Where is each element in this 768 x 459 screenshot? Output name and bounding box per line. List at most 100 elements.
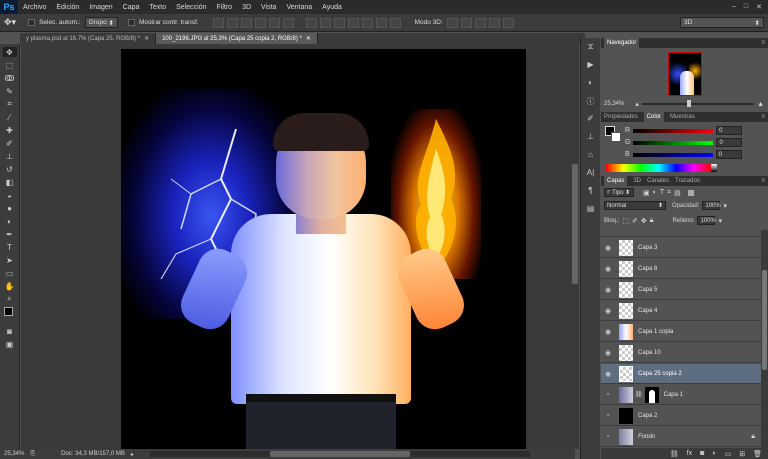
crop-tool[interactable]: ⌗: [3, 99, 17, 109]
visibility-box-icon[interactable]: ▫: [601, 412, 615, 419]
brush-tool[interactable]: ✐: [3, 138, 17, 148]
spectrum-bw[interactable]: [711, 164, 717, 172]
background-color[interactable]: [611, 132, 621, 142]
zoom-tool[interactable]: ⌕: [3, 294, 17, 304]
rotate3d-icon[interactable]: [446, 17, 458, 28]
screen-mode-icon[interactable]: ▣: [3, 339, 17, 349]
tab-close-icon[interactable]: ✕: [144, 35, 149, 42]
auto-select-dropdown[interactable]: Grupo ⬍: [84, 17, 118, 28]
fill-arrow-icon[interactable]: ▾: [718, 217, 722, 225]
filter-pixel-icon[interactable]: ▣: [643, 189, 650, 197]
show-transform-checkbox[interactable]: [127, 19, 135, 26]
healing-brush-tool[interactable]: ✚: [3, 125, 17, 135]
tab-plasma-psd[interactable]: y plasma.psd al 16,7% (Capa 25, RGB/8) *…: [20, 33, 157, 44]
tab-3d[interactable]: 3D: [633, 178, 641, 184]
distribute-left-icon[interactable]: [347, 17, 359, 28]
lock-all-icon[interactable]: 🔒︎: [650, 217, 654, 225]
lock-pixels-icon[interactable]: ✐: [632, 217, 638, 225]
layer-name[interactable]: Capa 25 copia 2: [638, 371, 682, 377]
filter-type-icon[interactable]: T: [660, 189, 664, 196]
paint-bucket-tool[interactable]: ◒: [3, 190, 17, 200]
zoom-slider-knob[interactable]: [686, 100, 691, 107]
close-icon[interactable]: ✕: [756, 3, 762, 11]
visibility-eye-icon[interactable]: ◉: [601, 328, 615, 336]
tool-presets-icon[interactable]: ⌂: [585, 150, 597, 160]
clone-source-icon[interactable]: ⊥: [585, 132, 597, 142]
minimize-icon[interactable]: –: [732, 3, 736, 11]
layer-name[interactable]: Capa 3: [638, 245, 657, 251]
pen-tool[interactable]: ✒: [3, 229, 17, 239]
r-slider[interactable]: [633, 128, 714, 133]
tab-100-2196-jpg[interactable]: 100_2196.JPG al 25,3% (Capa 25 copia 2, …: [156, 33, 318, 44]
navigator-zoom[interactable]: 25,34%: [604, 101, 624, 107]
layer-name[interactable]: Capa 2: [638, 413, 657, 419]
filter-smart-icon[interactable]: ▤: [674, 189, 681, 197]
panel-menu-icon[interactable]: ≡: [761, 40, 768, 46]
layer-filter-dropdown[interactable]: ⌕ Tipo ⬍: [604, 188, 634, 197]
quick-select-tool[interactable]: ✎: [3, 86, 17, 96]
layer-row-selected[interactable]: ◉ Capa 25 copia 2: [601, 364, 761, 384]
b-slider[interactable]: [632, 152, 713, 157]
document-canvas[interactable]: [121, 49, 526, 449]
blur-tool[interactable]: ●: [3, 203, 17, 213]
align-vcenter-icon[interactable]: [226, 17, 238, 28]
hand-tool[interactable]: ✋: [3, 281, 17, 291]
marquee-tool[interactable]: ⬚: [3, 60, 17, 70]
drag3d-icon[interactable]: [474, 17, 486, 28]
visibility-eye-icon[interactable]: ◉: [601, 265, 615, 273]
align-hcenter-icon[interactable]: [268, 17, 280, 28]
layer-row[interactable]: ◉ Capa 6: [601, 259, 761, 279]
menu-edicion[interactable]: Edición: [51, 4, 84, 11]
align-right-icon[interactable]: [282, 17, 294, 28]
layer-row[interactable]: ▫ Capa 2: [601, 406, 761, 426]
visibility-eye-icon[interactable]: ◉: [601, 307, 615, 315]
g-slider[interactable]: [633, 140, 714, 145]
scroll-thumb[interactable]: [572, 164, 578, 284]
fg-bg-swatch[interactable]: [605, 126, 623, 144]
lock-position-icon[interactable]: ✥: [641, 217, 647, 225]
menu-ventana[interactable]: Ventana: [281, 4, 317, 11]
distribute-bottom-icon[interactable]: [333, 17, 345, 28]
menu-ayuda[interactable]: Ayuda: [317, 4, 347, 11]
navigator-preview[interactable]: [668, 52, 702, 96]
align-bottom-icon[interactable]: [240, 17, 252, 28]
lock-transparent-icon[interactable]: ⬚: [622, 217, 629, 225]
layer-name[interactable]: Capa 5: [638, 287, 657, 293]
menu-imagen[interactable]: Imagen: [84, 4, 117, 11]
history-brush-tool[interactable]: ↺: [3, 164, 17, 174]
filter-toggle[interactable]: [687, 189, 694, 196]
timeline-icon[interactable]: ▤: [585, 204, 597, 214]
dodge-tool[interactable]: ◐: [3, 216, 17, 226]
auto-align-icon[interactable]: [389, 17, 401, 28]
new-group-icon[interactable]: ▭: [725, 450, 732, 458]
zoom-slider[interactable]: [641, 100, 755, 107]
opacity-input[interactable]: 100%: [702, 201, 721, 210]
menu-texto[interactable]: Texto: [144, 4, 171, 11]
zoom-out-icon[interactable]: ▴: [635, 100, 639, 108]
maximize-icon[interactable]: □: [744, 3, 748, 11]
layers-scroll-thumb[interactable]: [762, 270, 767, 370]
layer-row[interactable]: ◉ Capa 5: [601, 280, 761, 300]
layer-top-partial[interactable]: [601, 230, 761, 237]
type-tool[interactable]: T: [3, 242, 17, 252]
filter-shape-icon[interactable]: ⌗: [667, 189, 671, 197]
adjustment-layer-icon[interactable]: ◐: [712, 450, 716, 457]
eraser-tool[interactable]: ◧: [3, 177, 17, 187]
opacity-arrow-icon[interactable]: ▾: [723, 202, 727, 210]
layer-style-icon[interactable]: fx: [687, 450, 692, 457]
h-scroll[interactable]: [149, 451, 530, 457]
auto-select-checkbox[interactable]: [28, 19, 36, 26]
layer-name[interactable]: Capa 1: [664, 392, 683, 398]
layer-name[interactable]: Fondo: [638, 434, 655, 440]
layer-row[interactable]: ▫ Fondo 🔒︎: [601, 427, 761, 447]
layer-name[interactable]: Capa 6: [638, 266, 657, 272]
visibility-box-icon[interactable]: ▫: [601, 433, 615, 440]
zoom-level[interactable]: 25,34%: [4, 451, 24, 457]
history-icon[interactable]: ⧖: [585, 42, 597, 52]
workspace-dropdown[interactable]: 3D ⬍: [680, 17, 764, 28]
b-value[interactable]: 0: [715, 150, 742, 159]
link-layers-icon[interactable]: ⛓: [670, 450, 679, 458]
tab-capas[interactable]: Capas: [604, 176, 628, 186]
tab-propiedades[interactable]: Propiedades: [604, 114, 638, 120]
lasso-tool[interactable]: ↂ: [3, 73, 17, 83]
